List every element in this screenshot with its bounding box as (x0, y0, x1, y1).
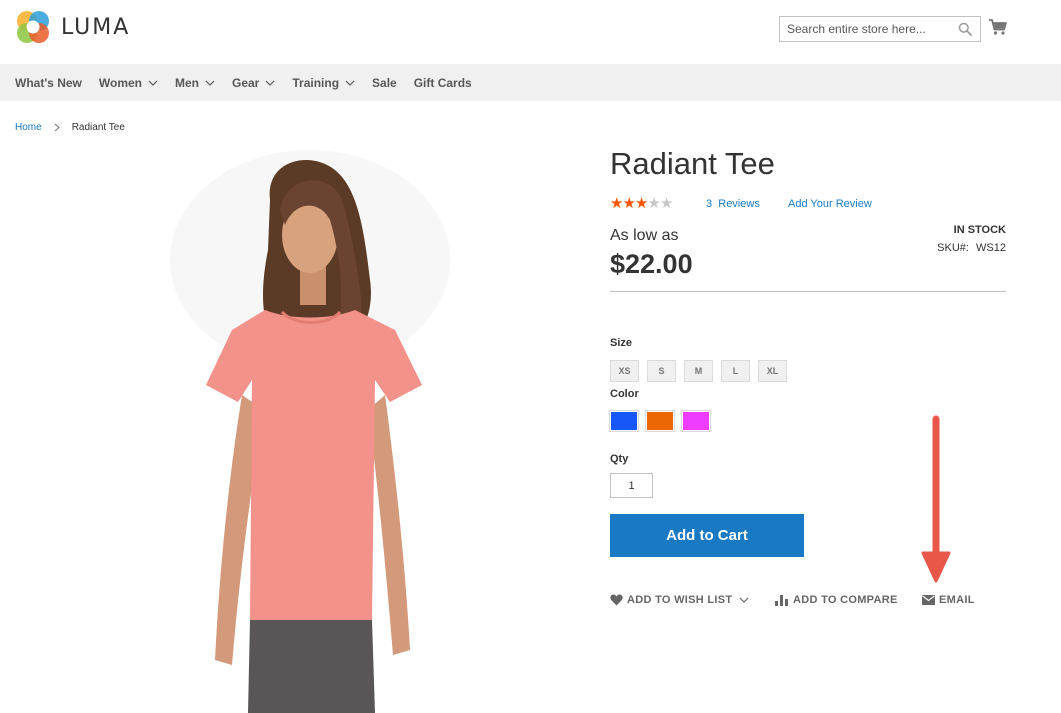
color-options (609, 410, 718, 432)
add-to-compare-link[interactable]: ADD TO COMPARE (775, 594, 898, 606)
star-filled-icon: ★ (610, 195, 623, 212)
product-price: $22.00 (610, 249, 693, 279)
size-option-xs[interactable]: XS (610, 360, 639, 382)
luma-logo[interactable]: LUMA (15, 9, 130, 45)
nav-item-label: Women (98, 75, 142, 90)
add-review-link[interactable]: Add Your Review (788, 198, 872, 210)
nav-item-label: Sale (372, 75, 397, 90)
star-empty-icon: ★ (647, 195, 660, 212)
nav-item-sale[interactable]: Sale (372, 76, 397, 90)
page-header: LUMA (0, 0, 1061, 64)
divider (610, 291, 1006, 292)
size-option-m[interactable]: M (684, 360, 713, 382)
reviews-link[interactable]: 3 Reviews (706, 198, 760, 210)
star-empty-icon: ★ (659, 195, 673, 212)
sku-value: WS12 (976, 242, 1006, 254)
chevron-down-icon (265, 80, 275, 86)
shopping-cart-icon[interactable] (988, 17, 1008, 37)
logo-text: LUMA (61, 14, 131, 40)
nav-item-label: Gift Cards (413, 75, 472, 90)
main-navigation: What's New Women Men Gear Training Sale … (0, 64, 1061, 101)
email-link[interactable]: EMAIL (922, 594, 975, 606)
nav-item-whats-new[interactable]: What's New (15, 76, 82, 90)
rating-stars: ★ ★ ★ ★ ★ (610, 195, 673, 212)
size-label: Size (610, 337, 633, 349)
nav-item-label: Men (175, 75, 199, 90)
size-options: XS S M L XL (610, 360, 795, 382)
luma-logo-icon (17, 11, 49, 43)
reviews-count: 3 (706, 198, 713, 210)
nav-item-gift-cards[interactable]: Gift Cards (414, 76, 472, 90)
envelope-icon (922, 595, 935, 605)
compare-chart-icon (775, 594, 788, 606)
breadcrumb-home-link[interactable]: Home (15, 122, 42, 133)
chevron-down-icon (205, 80, 215, 86)
search-input[interactable] (780, 17, 950, 41)
nav-item-label: Training (292, 75, 340, 90)
sku-label: SKU#: (937, 242, 969, 254)
add-to-wishlist-link[interactable]: ADD TO WISH LIST (610, 594, 749, 606)
add-to-cart-button[interactable]: Add to Cart (610, 514, 804, 557)
search-box (779, 16, 981, 42)
star-filled-icon: ★ (622, 195, 635, 212)
reviews-label: Reviews (718, 198, 760, 210)
nav-item-women[interactable]: Women (99, 76, 158, 90)
color-label: Color (610, 388, 639, 400)
nav-item-training[interactable]: Training (292, 76, 355, 90)
nav-item-men[interactable]: Men (175, 76, 215, 90)
email-label: EMAIL (939, 594, 975, 606)
product-image[interactable] (160, 140, 460, 713)
qty-label: Qty (610, 453, 629, 465)
size-option-l[interactable]: L (721, 360, 750, 382)
chevron-down-icon (148, 80, 158, 86)
nav-item-label: What's New (15, 75, 82, 90)
chevron-down-icon[interactable] (739, 597, 749, 603)
nav-item-label: Gear (232, 75, 260, 90)
breadcrumb: Home Radiant Tee (15, 122, 125, 133)
chevron-right-icon (54, 123, 60, 132)
star-filled-icon: ★ (634, 195, 648, 212)
wishlist-label: ADD TO WISH LIST (627, 594, 733, 606)
size-option-s[interactable]: S (647, 360, 676, 382)
chevron-down-icon (345, 80, 355, 86)
compare-label: ADD TO COMPARE (793, 594, 898, 606)
search-icon[interactable] (958, 22, 972, 36)
color-option-orange[interactable] (645, 410, 675, 432)
price-prefix: As low as (610, 227, 679, 244)
nav-item-gear[interactable]: Gear (232, 76, 275, 90)
qty-input[interactable] (610, 473, 653, 498)
size-option-xl[interactable]: XL (758, 360, 787, 382)
heart-icon (610, 594, 623, 606)
sku: SKU#: WS12 (937, 242, 1006, 254)
product-title: Radiant Tee (610, 146, 775, 181)
annotation-arrow (921, 415, 951, 583)
breadcrumb-current: Radiant Tee (71, 122, 125, 133)
color-option-blue[interactable] (609, 410, 639, 432)
color-option-purple[interactable] (681, 410, 711, 432)
stock-status: IN STOCK (953, 224, 1006, 236)
